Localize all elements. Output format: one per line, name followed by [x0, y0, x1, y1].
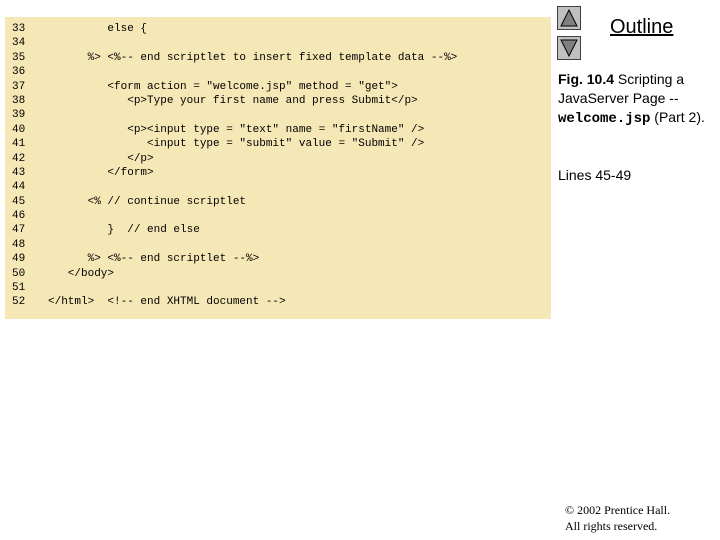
code-line: </body>: [48, 267, 115, 280]
copyright-notice: © 2002 Prentice Hall. All rights reserve…: [565, 502, 670, 534]
line-number: 36: [12, 66, 26, 79]
line-number: 52: [12, 296, 26, 309]
code-line: <% // continue scriptlet: [48, 195, 247, 208]
triangle-up-icon: [560, 9, 578, 27]
figure-caption: Fig. 10.4 Scripting a JavaServer Page --…: [558, 70, 718, 129]
caption-part: (Part 2).: [650, 109, 705, 125]
figure-number: Fig. 10.4: [558, 71, 615, 87]
code-line: <p>Type your first name and press Submit…: [48, 94, 418, 107]
code-line: </form>: [48, 166, 154, 179]
line-number: 38: [12, 94, 26, 107]
line-number: 48: [12, 238, 26, 251]
code-line: } // end else: [48, 224, 200, 237]
line-number: 43: [12, 166, 26, 179]
code-line: else {: [48, 23, 148, 35]
outline-link[interactable]: Outline: [610, 16, 673, 39]
line-number: 40: [12, 123, 26, 136]
code-line: </p>: [48, 152, 154, 165]
line-number: 45: [12, 195, 26, 208]
line-number: 34: [12, 37, 26, 50]
line-number: 37: [12, 80, 26, 93]
code-line: </html> <!-- end XHTML document -->: [48, 296, 286, 309]
code-line: <p><input type = "text" name = "firstNam…: [48, 123, 425, 136]
line-number: 50: [12, 267, 26, 280]
line-number: 47: [12, 224, 26, 237]
triangle-down-icon: [560, 39, 578, 57]
line-number: 35: [12, 51, 26, 64]
line-number: 42: [12, 152, 26, 165]
line-number: 51: [12, 282, 26, 295]
code-listing-panel: 33 34 35 36 37 38 39 40 41 42 43 44 45 46 47 48 49 50 51 52…: [5, 17, 551, 319]
code-line: <form action = "welcome.jsp" method = "g…: [48, 80, 398, 93]
caption-filename: welcome.jsp: [558, 111, 651, 127]
code-line: <input type = "submit" value = "Submit" …: [48, 138, 425, 151]
code-line: %> <%-- end scriptlet to insert fixed te…: [48, 51, 458, 64]
line-number: 39: [12, 109, 26, 122]
copyright-line-1: © 2002 Prentice Hall.: [565, 503, 671, 517]
code-line: %> <%-- end scriptlet --%>: [48, 253, 260, 266]
code-body: else { %> <%-- end scriptlet to insert f…: [48, 22, 551, 310]
line-number: 46: [12, 210, 26, 223]
next-slide-button[interactable]: [557, 36, 581, 60]
previous-slide-button[interactable]: [557, 6, 581, 30]
line-number: 44: [12, 181, 26, 194]
copyright-line-2: All rights reserved.: [565, 519, 658, 533]
line-number: 49: [12, 253, 26, 266]
line-number: 33: [12, 23, 26, 35]
line-number-gutter: 33 34 35 36 37 38 39 40 41 42 43 44 45 46 47 48 49 50 51 52: [5, 22, 35, 310]
lines-reference: Lines 45-49: [558, 167, 632, 183]
line-number: 41: [12, 138, 26, 151]
